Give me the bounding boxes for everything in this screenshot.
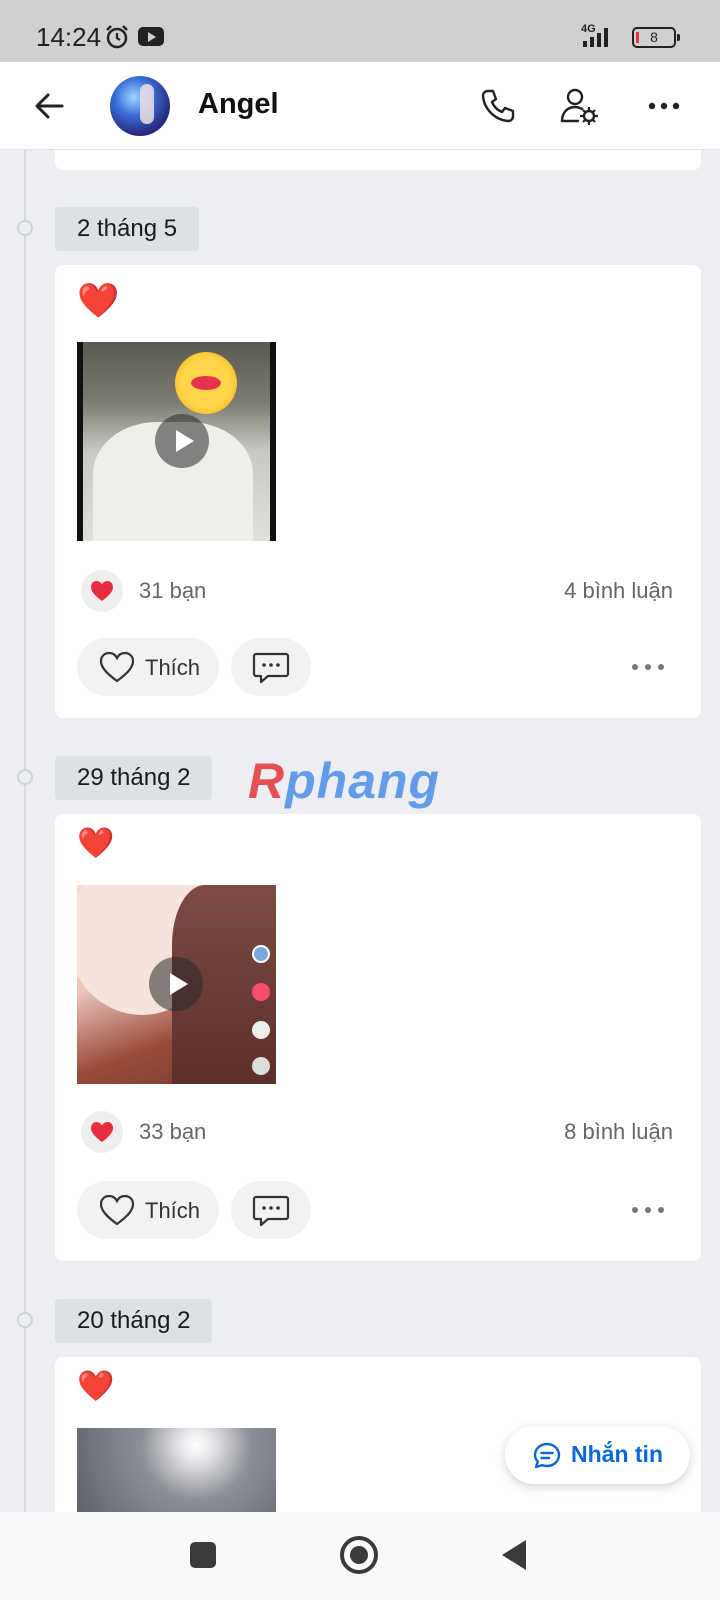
profile-mini-icon	[252, 945, 270, 963]
like-label: Thích	[145, 1198, 201, 1223]
post-stats: 33 bạn 8 bình luận	[77, 1109, 679, 1155]
recents-icon[interactable]	[190, 1542, 216, 1568]
reaction-emoji: ❤️	[77, 827, 115, 860]
date-chip: 20 tháng 2	[55, 1299, 213, 1343]
comment-count[interactable]: 8 bình luận	[564, 1119, 673, 1145]
comment-button[interactable]	[231, 638, 311, 696]
reaction-emoji: ❤️	[77, 1370, 115, 1403]
chat-header: Angel	[0, 62, 720, 150]
comment-mini-icon	[252, 1021, 270, 1039]
date-chip: 29 tháng 2	[55, 756, 213, 800]
post-actions: Thích	[77, 1181, 679, 1239]
more-icon[interactable]	[642, 84, 686, 128]
nav-back-icon[interactable]	[502, 1540, 526, 1570]
phone-icon[interactable]	[476, 84, 520, 128]
post-more-icon[interactable]	[631, 1205, 665, 1215]
post-card: ❤️ 31 bạn 4 bình luận Thích	[55, 265, 701, 718]
video-thumbnail[interactable]	[77, 1428, 276, 1512]
post-more-icon[interactable]	[631, 662, 665, 672]
heart-outline-icon	[99, 651, 135, 683]
message-label: Nhắn tin	[571, 1441, 663, 1467]
play-icon[interactable]	[155, 414, 209, 468]
date-chip: 2 tháng 5	[55, 207, 200, 251]
page-title[interactable]: Angel	[198, 88, 279, 121]
user-settings-icon[interactable]	[558, 84, 602, 128]
video-thumbnail[interactable]	[77, 342, 276, 541]
post-actions: Thích	[77, 638, 679, 696]
status-time: 14:24	[36, 22, 102, 52]
signal-icon	[583, 28, 608, 47]
like-button[interactable]: Thích	[77, 638, 219, 696]
timeline-dot	[17, 1312, 33, 1328]
post-card: ❤️ 33 bạn 8 bình luận Thích	[55, 814, 701, 1261]
star-mini-icon	[252, 1057, 270, 1075]
home-icon[interactable]	[340, 1536, 378, 1574]
system-nav-bar	[0, 1512, 720, 1600]
watermark-logo: Rphang	[248, 753, 441, 809]
timeline-dot	[17, 769, 33, 785]
heart-reaction-icon[interactable]	[81, 1111, 123, 1153]
previous-card-edge	[55, 150, 701, 170]
alarm-icon	[106, 25, 128, 49]
message-button[interactable]: Nhắn tin	[505, 1426, 690, 1484]
avatar[interactable]	[110, 76, 170, 136]
comment-count[interactable]: 4 bình luận	[564, 578, 673, 604]
post-stats: 31 bạn 4 bình luận	[77, 568, 679, 614]
reaction-count[interactable]: 31 bạn	[139, 578, 206, 604]
like-label: Thích	[145, 655, 201, 680]
battery-icon: 8	[632, 27, 680, 48]
reaction-count[interactable]: 33 bạn	[139, 1119, 206, 1145]
status-bar: 14:24 4G 8	[0, 0, 720, 62]
comment-button[interactable]	[231, 1181, 311, 1239]
timeline-dot	[17, 220, 33, 236]
timeline-line	[24, 150, 26, 1512]
back-arrow-icon[interactable]	[30, 86, 70, 126]
video-thumbnail[interactable]	[77, 885, 276, 1084]
message-icon	[533, 1442, 561, 1469]
kiss-emoji-sticker	[175, 352, 237, 414]
like-button[interactable]: Thích	[77, 1181, 219, 1239]
comment-icon	[252, 652, 290, 684]
play-icon[interactable]	[149, 957, 203, 1011]
heart-mini-icon	[252, 983, 270, 1001]
comment-icon	[252, 1195, 290, 1227]
heart-outline-icon	[99, 1194, 135, 1226]
reaction-emoji: ❤️	[77, 282, 120, 320]
heart-reaction-icon[interactable]	[81, 570, 123, 612]
youtube-icon	[138, 27, 164, 46]
